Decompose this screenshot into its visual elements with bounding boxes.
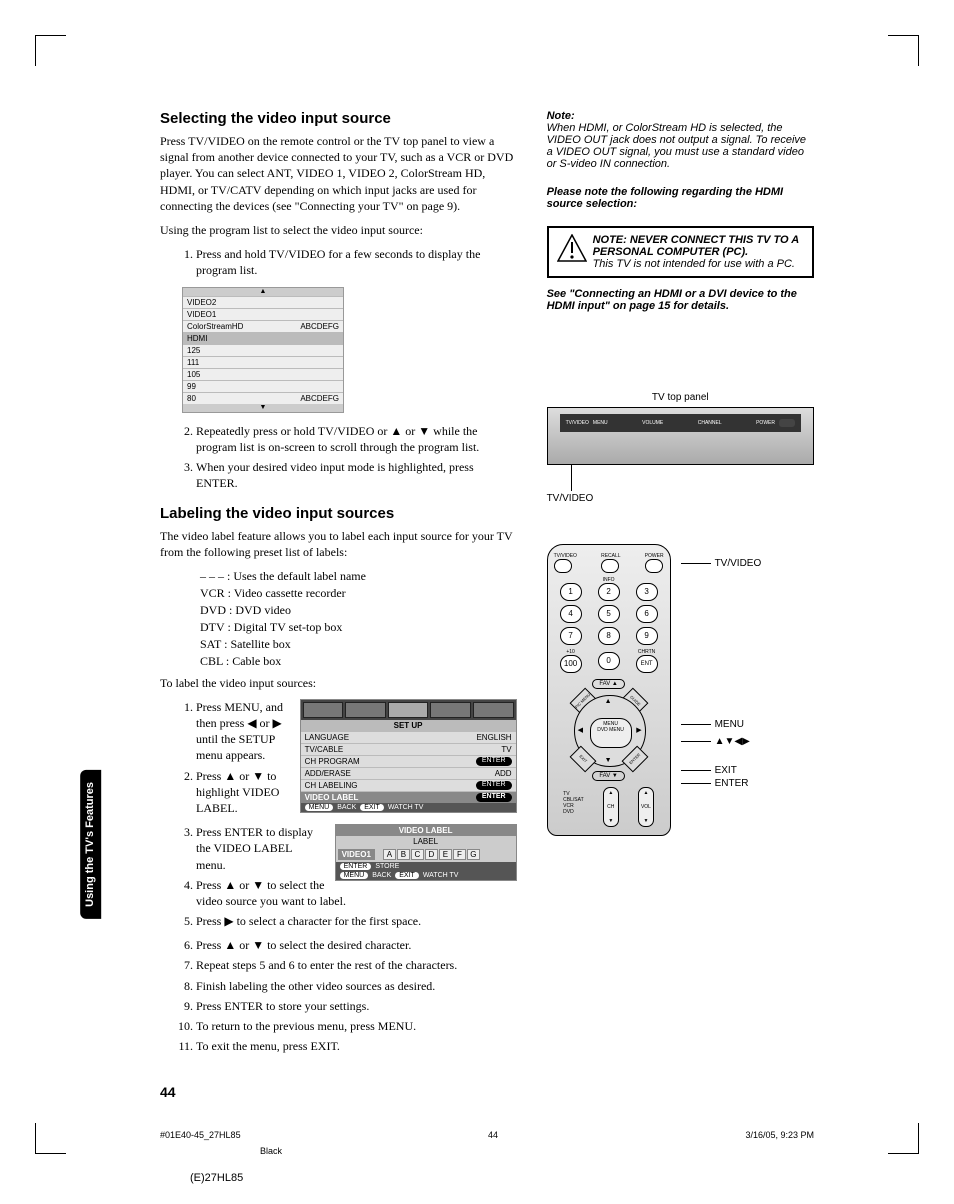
heading-selecting: Selecting the video input source <box>160 110 517 127</box>
footer-timestamp: 3/16/05, 9:23 PM <box>745 1130 814 1140</box>
warning-icon <box>557 234 587 262</box>
crop-mark <box>888 1123 919 1154</box>
step: Press ENTER to store your settings. <box>196 998 517 1014</box>
warning-box: NOTE: NEVER CONNECT THIS TV TO A PERSONA… <box>547 226 814 278</box>
heading-labeling: Labeling the video input sources <box>160 505 517 522</box>
tv-top-panel-diagram: TV top panel TV/VIDEOMENU VOLUME CHANNEL… <box>547 392 814 504</box>
step: Finish labeling the other video sources … <box>196 978 517 994</box>
section-tab: Using the TV's Features <box>80 770 101 919</box>
footer-filename: #01E40-45_27HL85 <box>160 1130 241 1140</box>
step: Repeat steps 5 and 6 to enter the rest o… <box>196 957 517 973</box>
note-block: Note: When HDMI, or ColorStream HD is se… <box>547 110 814 170</box>
footer-color: Black <box>260 1146 894 1156</box>
crop-mark <box>35 35 66 66</box>
step: To return to the previous menu, press ME… <box>196 1018 517 1034</box>
footer-model: (E)27HL85 <box>190 1172 894 1184</box>
video-label-menu-diagram: VIDEO LABEL LABEL VIDEO1 A B C D E F G <box>335 824 517 881</box>
see-note: See "Connecting an HDMI or a DVI device … <box>547 288 814 312</box>
label-steps-intro: To label the video input sources: <box>160 675 517 691</box>
page-number: 44 <box>160 1084 517 1100</box>
subhead-proglist: Using the program list to select the vid… <box>160 222 517 238</box>
label-intro: The video label feature allows you to la… <box>160 528 517 560</box>
setup-menu-diagram: SET UP LANGUAGEENGLISH TV/CABLETV CH PRO… <box>300 699 517 813</box>
step: To exit the menu, press EXIT. <box>196 1038 517 1054</box>
step: Press ▶ to select a character for the fi… <box>196 913 517 929</box>
step: Repeatedly press or hold TV/VIDEO or ▲ o… <box>196 423 517 455</box>
crop-mark <box>35 1123 66 1154</box>
step: When your desired video input mode is hi… <box>196 459 517 491</box>
step: Press ▲ or ▼ to select the desired chara… <box>196 937 517 953</box>
program-list-diagram: ▲ VIDEO2 VIDEO1 ColorStreamHDABCDEFG HDM… <box>182 287 344 413</box>
footer-page: 44 <box>488 1130 498 1140</box>
crop-mark <box>888 35 919 66</box>
remote-diagram: TV/VIDEO RECALL POWER INFO 123 456 789 +… <box>547 544 671 836</box>
step: Press ▲ or ▼ to select the video source … <box>196 877 517 909</box>
step: Press and hold TV/VIDEO for a few second… <box>196 246 517 278</box>
remote-callouts: TV/VIDEO MENU ▲▼◀▶ EXIT ENTER <box>681 544 762 836</box>
intro-para: Press TV/VIDEO on the remote control or … <box>160 133 517 214</box>
label-definitions: – – – : Uses the default label name VCR … <box>200 569 517 669</box>
please-note: Please note the following regarding the … <box>547 186 814 210</box>
